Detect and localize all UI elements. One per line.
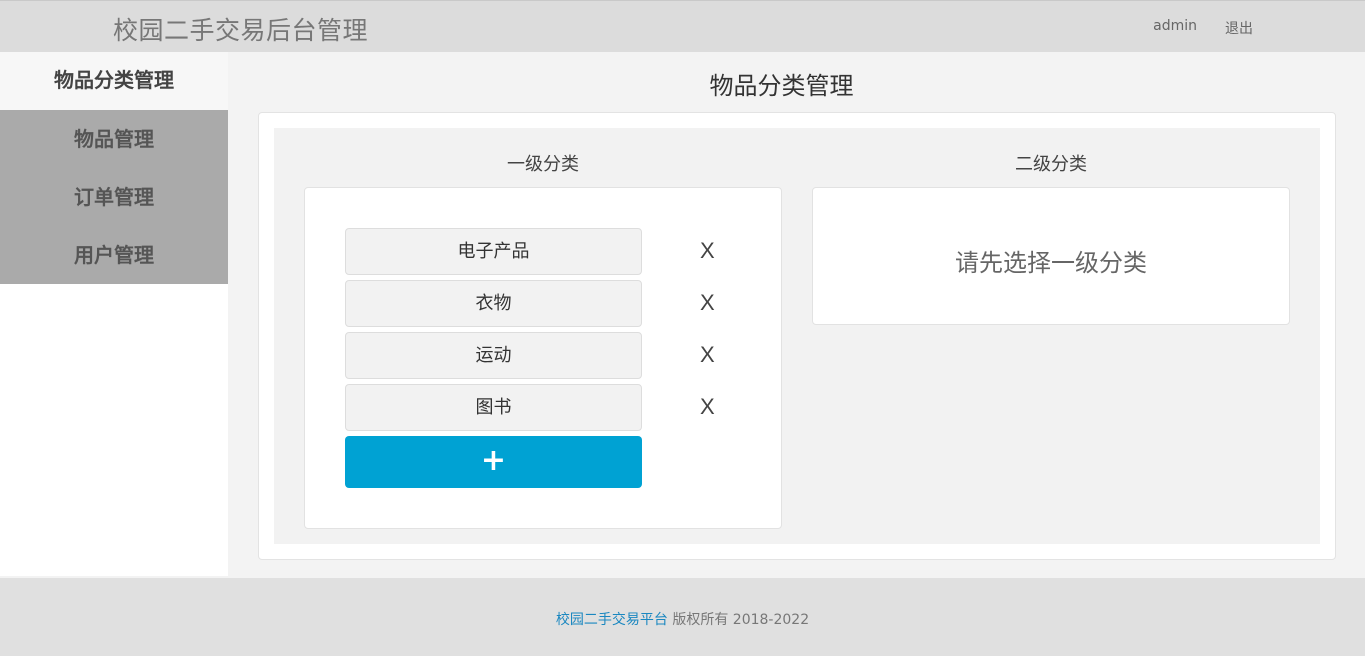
level2-list: 请先选择一级分类: [812, 187, 1290, 325]
level1-list: 电子产品 X 衣物 X 运动 X 图书 X +: [304, 187, 782, 529]
footer-site-link[interactable]: 校园二手交易平台: [556, 612, 668, 628]
category-button[interactable]: 电子产品: [345, 228, 642, 275]
category-button[interactable]: 图书: [345, 384, 642, 431]
category-panel-inner: 一级分类 二级分类 电子产品 X 衣物 X 运动 X 图书 X + 请先选择一级…: [274, 128, 1320, 544]
app-title: 校园二手交易后台管理: [113, 16, 369, 45]
logout-link[interactable]: 退出: [1225, 18, 1253, 38]
top-bar: 校园二手交易后台管理 admin 退出: [0, 0, 1365, 52]
top-links: admin 退出: [1153, 18, 1253, 38]
user-link[interactable]: admin: [1153, 18, 1197, 38]
delete-icon[interactable]: X: [700, 238, 715, 264]
add-category-button[interactable]: +: [345, 436, 642, 488]
level1-title: 一级分类: [507, 154, 579, 175]
footer-rights: 版权所有 2018-2022: [672, 612, 810, 628]
level2-title: 二级分类: [1015, 154, 1087, 175]
delete-icon[interactable]: X: [700, 342, 715, 368]
list-item: 电子产品 X: [345, 228, 745, 275]
sidebar-item-orders[interactable]: 订单管理: [0, 168, 228, 226]
category-panel: 一级分类 二级分类 电子产品 X 衣物 X 运动 X 图书 X + 请先选择一级…: [258, 112, 1336, 560]
sidebar-item-goods[interactable]: 物品管理: [0, 110, 228, 168]
list-item: 运动 X: [345, 332, 745, 379]
level2-hint: 请先选择一级分类: [955, 249, 1147, 277]
sidebar-item-category[interactable]: 物品分类管理: [0, 52, 228, 110]
list-item: 衣物 X: [345, 280, 745, 327]
delete-icon[interactable]: X: [700, 290, 715, 316]
category-button[interactable]: 运动: [345, 332, 642, 379]
page-title: 物品分类管理: [709, 72, 854, 100]
list-item: 图书 X: [345, 384, 745, 431]
sidebar: 物品分类管理 物品管理 订单管理 用户管理: [0, 52, 228, 576]
delete-icon[interactable]: X: [700, 394, 715, 420]
footer: 校园二手交易平台 版权所有 2018-2022: [0, 578, 1365, 656]
category-button[interactable]: 衣物: [345, 280, 642, 327]
sidebar-item-users[interactable]: 用户管理: [0, 226, 228, 284]
